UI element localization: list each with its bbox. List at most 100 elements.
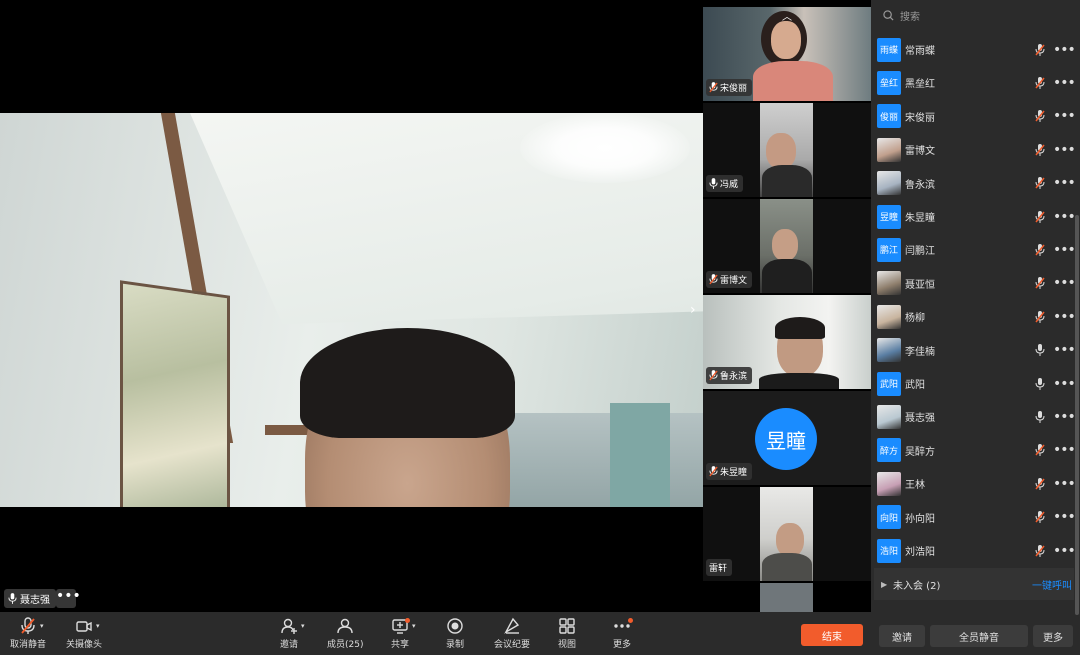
member-row[interactable]: 杨柳 ••• xyxy=(871,300,1076,333)
member-row[interactable]: 雨蝶 常雨蝶 ••• xyxy=(871,33,1076,66)
member-avatar xyxy=(877,304,901,329)
mic-icon xyxy=(8,593,17,604)
members-button[interactable]: 成员(25) xyxy=(327,617,363,650)
member-more-icon[interactable]: ••• xyxy=(1053,242,1076,258)
member-name: 杨柳 xyxy=(905,313,925,325)
invite-button[interactable]: 邀请 xyxy=(280,617,298,650)
member-row[interactable]: 鲁永滨 ••• xyxy=(871,167,1076,200)
thumbnail-tile[interactable]: 昱瞳 朱昱瞳 xyxy=(703,391,871,485)
mic-muted-icon[interactable] xyxy=(1034,276,1046,290)
members-icon xyxy=(337,618,353,634)
member-name: 武阳 xyxy=(905,380,925,391)
mic-muted-icon[interactable] xyxy=(1034,544,1046,558)
mic-muted-icon[interactable] xyxy=(1034,477,1046,491)
member-more-icon[interactable]: ••• xyxy=(1053,476,1076,492)
mic-muted-icon[interactable] xyxy=(1034,443,1046,457)
member-row[interactable]: 昱瞳 朱昱瞳 ••• xyxy=(871,200,1076,233)
member-row[interactable]: 李佳楠 ••• xyxy=(871,334,1076,367)
thumbnail-person-hair xyxy=(775,317,825,339)
thumbnail-name: 冯威 xyxy=(720,180,739,190)
member-search-input[interactable]: 搜索 xyxy=(877,4,1073,26)
mic-muted-icon[interactable] xyxy=(1034,310,1046,324)
thumbnail-tile[interactable]: 雷博文 xyxy=(703,199,871,293)
members-label: 成员(25) xyxy=(327,640,364,650)
member-avatar: 武阳 xyxy=(877,371,901,396)
mute-all-button[interactable]: 全员静音 xyxy=(930,625,1028,647)
minutes-button[interactable]: 会议纪要 xyxy=(494,617,530,650)
invite-icon xyxy=(281,618,297,634)
mic-muted-icon[interactable] xyxy=(1034,510,1046,524)
thumbnail-tile[interactable]: 冯威 xyxy=(703,103,871,197)
member-name: 王林 xyxy=(905,480,925,492)
member-more-icon[interactable]: ••• xyxy=(1053,42,1076,58)
speaker-video[interactable] xyxy=(0,113,703,507)
view-button[interactable]: 视图 xyxy=(558,617,576,650)
member-row[interactable]: 醉方 吴醉方 ••• xyxy=(871,434,1076,467)
member-avatar xyxy=(877,338,901,363)
thumbnail-name-tag: 雷博文 xyxy=(706,271,753,288)
unmute-dropdown-icon[interactable]: ▾ xyxy=(40,622,44,630)
member-avatar xyxy=(877,171,901,196)
call-all-link[interactable]: 一键呼叫 xyxy=(1032,577,1072,592)
member-list-scrollbar[interactable] xyxy=(1075,215,1079,615)
member-more-icon[interactable]: ••• xyxy=(1053,342,1076,358)
mic-muted-icon[interactable] xyxy=(1034,109,1046,123)
invite-dropdown-icon[interactable]: ▾ xyxy=(301,622,305,630)
member-row[interactable]: 聂志强 ••• xyxy=(871,400,1076,433)
member-more-icon[interactable]: ••• xyxy=(1053,142,1076,158)
thumbnail-tile[interactable]: 雷轩 xyxy=(703,487,871,581)
mic-icon[interactable] xyxy=(1034,343,1046,357)
speaker-more-button[interactable]: ••• xyxy=(56,589,81,608)
thumbnail-scroll-up-icon[interactable]: ︿ xyxy=(782,8,792,23)
thumbnail-person-face xyxy=(771,21,801,59)
camera-dropdown-icon[interactable]: ▾ xyxy=(96,622,100,630)
panel-more-button[interactable]: 更多 xyxy=(1033,625,1073,647)
member-more-icon[interactable]: ••• xyxy=(1053,309,1076,325)
record-label: 录制 xyxy=(446,640,465,650)
member-row[interactable]: 鹏江 闫鹏江 ••• xyxy=(871,233,1076,266)
panel-invite-button[interactable]: 邀请 xyxy=(879,625,925,647)
mic-muted-icon[interactable] xyxy=(1034,243,1046,257)
member-row[interactable]: 向阳 孙向阳 ••• xyxy=(871,501,1076,534)
member-row[interactable]: 俊丽 宋俊丽 ••• xyxy=(871,100,1076,133)
member-more-icon[interactable]: ••• xyxy=(1053,509,1076,525)
end-meeting-button[interactable]: 结束 xyxy=(801,624,863,646)
mic-muted-icon[interactable] xyxy=(1034,43,1046,57)
member-row[interactable]: 雷博文 ••• xyxy=(871,133,1076,166)
member-more-icon[interactable]: ••• xyxy=(1053,275,1076,291)
member-row[interactable]: 垒红 黑垒红 ••• xyxy=(871,66,1076,99)
mic-muted-icon[interactable] xyxy=(1034,143,1046,157)
member-more-icon[interactable]: ••• xyxy=(1053,108,1076,124)
member-avatar: 醉方 xyxy=(877,438,901,463)
member-row[interactable]: 浩阳 刘浩阳 ••• xyxy=(871,534,1076,567)
member-more-icon[interactable]: ••• xyxy=(1053,442,1076,458)
thumbnail-tile[interactable]: ︿ 宋俊丽 xyxy=(703,7,871,101)
share-dropdown-icon[interactable]: ▾ xyxy=(412,622,416,630)
mic-muted-icon[interactable] xyxy=(1034,210,1046,224)
member-more-icon[interactable]: ••• xyxy=(1053,376,1076,392)
thumbnail-person-body xyxy=(753,61,833,101)
gallery-next-icon[interactable]: › xyxy=(690,302,696,318)
more-label: 更多 xyxy=(613,640,632,650)
member-more-icon[interactable]: ••• xyxy=(1053,543,1076,559)
mic-muted-icon[interactable] xyxy=(1034,176,1046,190)
member-more-icon[interactable]: ••• xyxy=(1053,175,1076,191)
member-row[interactable]: 武阳 武阳 ••• xyxy=(871,367,1076,400)
mic-muted-icon[interactable] xyxy=(1034,76,1046,90)
member-more-icon[interactable]: ••• xyxy=(1053,409,1076,425)
mic-muted-icon xyxy=(709,274,718,285)
record-button[interactable]: 录制 xyxy=(446,617,464,650)
member-avatar: 垒红 xyxy=(877,70,901,95)
thumbnail-tile[interactable]: 鲁永滨 xyxy=(703,295,871,389)
member-name: 常雨蝶 xyxy=(905,46,935,57)
member-more-icon[interactable]: ••• xyxy=(1053,75,1076,91)
member-row[interactable]: 聂亚恒 ••• xyxy=(871,267,1076,300)
member-avatar: 昱瞳 xyxy=(877,204,901,229)
not-joined-section[interactable]: ▶ 未入会 (2) 一键呼叫 xyxy=(874,568,1074,600)
mic-icon[interactable] xyxy=(1034,377,1046,391)
member-avatar xyxy=(877,271,901,296)
member-more-icon[interactable]: ••• xyxy=(1053,209,1076,225)
member-row[interactable]: 王林 ••• xyxy=(871,467,1076,500)
mic-icon[interactable] xyxy=(1034,410,1046,424)
more-notification-dot xyxy=(628,618,633,623)
